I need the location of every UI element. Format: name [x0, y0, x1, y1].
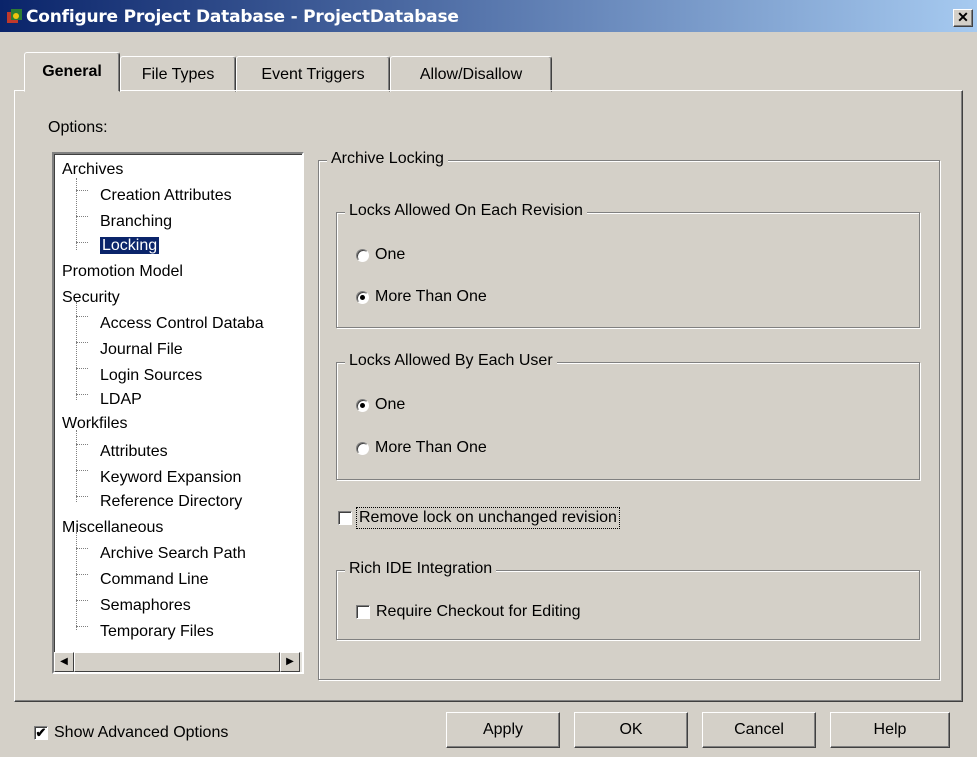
radio-unselected-icon [356, 441, 369, 455]
tree-item-workfiles[interactable]: Workfiles [62, 412, 128, 436]
tree-item-archives[interactable]: Archives [62, 158, 123, 182]
show-advanced-label: Show Advanced Options [54, 724, 229, 741]
tree-horizontal-scrollbar[interactable]: ◀ ▶ [54, 652, 302, 672]
tree-item-locking-label: Locking [98, 236, 161, 255]
locks-per-user-group: Locks Allowed By Each User [336, 352, 920, 480]
apply-button[interactable]: Apply [446, 712, 560, 748]
app-icon [7, 9, 22, 23]
tree-item-creation-attributes[interactable]: Creation Attributes [100, 184, 232, 208]
remove-lock-label: Remove lock on unchanged revision [356, 507, 620, 529]
tree-item-archive-search-path[interactable]: Archive Search Path [100, 542, 246, 566]
user-one-radio[interactable]: One [356, 396, 405, 414]
remove-lock-checkbox[interactable]: Remove lock on unchanged revision [338, 507, 620, 529]
help-button[interactable]: Help [830, 712, 950, 748]
show-advanced-checkbox[interactable]: ✔ Show Advanced Options [34, 724, 228, 742]
tree-item-branching[interactable]: Branching [100, 210, 172, 234]
close-button[interactable]: ✕ [953, 9, 973, 27]
tree-item-security[interactable]: Security [62, 286, 120, 310]
rich-ide-title: Rich IDE Integration [345, 560, 497, 578]
arrow-right-icon: ▶ [286, 656, 294, 667]
revision-more-than-one-label: More Than One [375, 288, 487, 305]
checkbox-unchecked-icon [338, 511, 352, 525]
tree-item-login-sources[interactable]: Login Sources [100, 364, 202, 388]
locks-per-revision-group: Locks Allowed On Each Revision [336, 202, 920, 328]
tree-item-access-control-database[interactable]: Access Control Databa [100, 312, 264, 336]
radio-selected-icon [356, 290, 369, 304]
user-more-than-one-label: More Than One [375, 439, 487, 456]
revision-one-radio[interactable]: One [356, 246, 405, 264]
tree-item-temporary-files[interactable]: Temporary Files [100, 620, 214, 644]
scroll-left-button[interactable]: ◀ [54, 652, 74, 672]
locks-per-revision-title: Locks Allowed On Each Revision [345, 202, 587, 220]
require-checkout-checkbox[interactable]: Require Checkout for Editing [356, 603, 581, 621]
tree-item-keyword-expansion[interactable]: Keyword Expansion [100, 466, 241, 490]
user-more-than-one-radio[interactable]: More Than One [356, 439, 487, 457]
require-checkout-label: Require Checkout for Editing [376, 603, 581, 620]
locks-per-user-title: Locks Allowed By Each User [345, 352, 557, 370]
tree-item-command-line[interactable]: Command Line [100, 568, 209, 592]
archive-locking-title: Archive Locking [327, 150, 448, 168]
scroll-thumb[interactable] [74, 652, 280, 672]
tree-item-miscellaneous[interactable]: Miscellaneous [62, 516, 163, 540]
close-icon: ✕ [957, 9, 969, 25]
options-label: Options: [48, 119, 108, 136]
tree-item-ldap[interactable]: LDAP [100, 388, 142, 412]
tree-item-promotion-model[interactable]: Promotion Model [62, 260, 183, 284]
user-one-label: One [375, 396, 406, 413]
revision-one-label: One [375, 246, 406, 263]
checkmark-icon: ✔ [34, 725, 48, 740]
tree-item-semaphores[interactable]: Semaphores [100, 594, 191, 618]
ok-button[interactable]: OK [574, 712, 688, 748]
tab-general[interactable]: General [24, 52, 120, 92]
tab-allow-disallow[interactable]: Allow/Disallow [390, 56, 552, 92]
cancel-button[interactable]: Cancel [702, 712, 816, 748]
arrow-left-icon: ◀ [60, 656, 68, 667]
window-title: Configure Project Database - ProjectData… [26, 7, 459, 27]
revision-more-than-one-radio[interactable]: More Than One [356, 288, 487, 306]
title-bar: Configure Project Database - ProjectData… [0, 0, 977, 32]
radio-selected-icon [356, 398, 369, 412]
tree-item-locking[interactable]: Locking [98, 234, 161, 258]
tree-item-attributes[interactable]: Attributes [100, 440, 168, 464]
tab-file-types[interactable]: File Types [120, 56, 236, 92]
scroll-right-button[interactable]: ▶ [280, 652, 300, 672]
tab-event-triggers[interactable]: Event Triggers [236, 56, 390, 92]
options-tree[interactable]: Archives Creation Attributes Branching L… [52, 152, 304, 674]
radio-unselected-icon [356, 248, 369, 262]
tree-item-reference-directory[interactable]: Reference Directory [100, 490, 242, 514]
tree-item-journal-file[interactable]: Journal File [100, 338, 183, 362]
checkbox-unchecked-icon [356, 605, 370, 619]
